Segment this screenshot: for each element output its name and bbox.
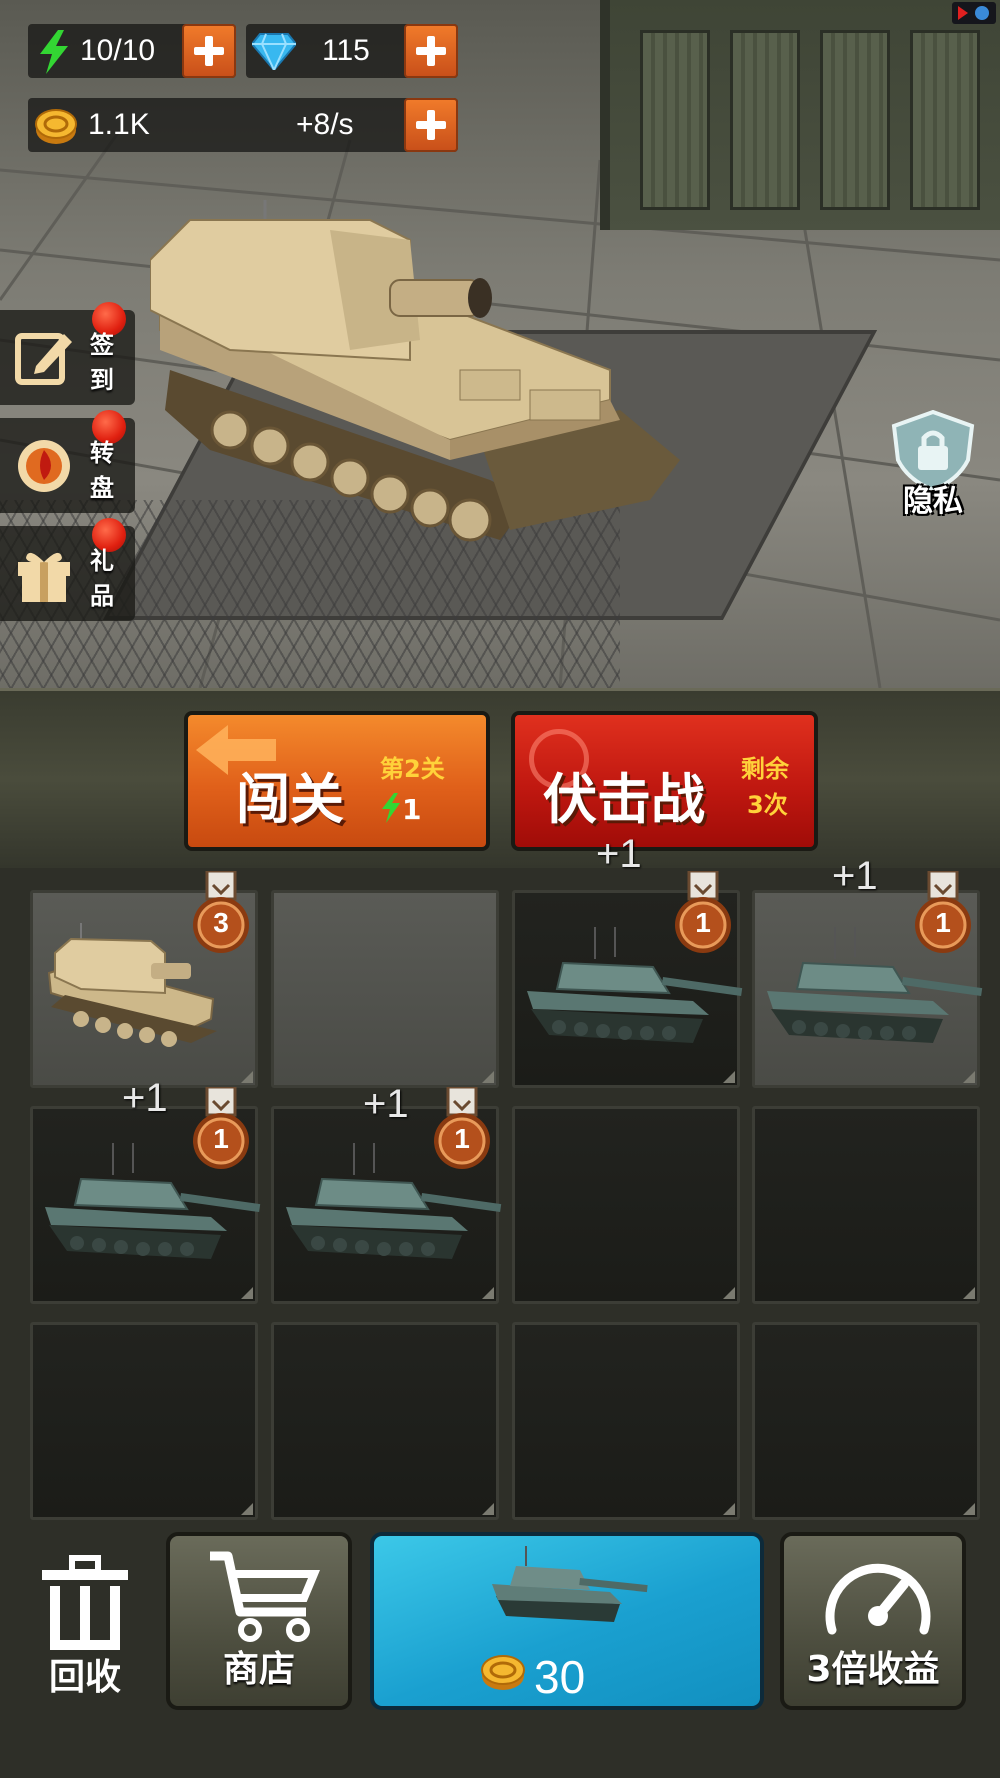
slot-corner <box>723 1503 735 1515</box>
grid-slot-tank[interactable]: 1 <box>271 1085 502 1304</box>
grid-slot-empty[interactable] <box>271 890 499 1088</box>
level-medal: 3 <box>191 869 251 957</box>
slot-corner <box>963 1503 975 1515</box>
triple-income-button[interactable]: 3倍收益 <box>780 1532 966 1710</box>
coin-bar: 1.1K +8/s <box>28 98 458 152</box>
side-menu-label: 礼品 <box>90 547 114 610</box>
tank-level: 1 <box>213 1123 229 1154</box>
grid-slot-tank[interactable]: 3 <box>30 869 258 1088</box>
ambush-remaining-label: 剩余 <box>741 755 789 783</box>
energy-bar: 10/10 <box>28 24 236 78</box>
recycle-label: 回收 <box>48 1657 121 1698</box>
sign-in-icon <box>15 333 72 385</box>
triple-income-label: 3倍收益 <box>806 1649 940 1690</box>
level-medal: 1 <box>913 869 973 957</box>
stage-level: 第2关 <box>380 755 445 783</box>
hangar-door <box>640 30 710 210</box>
ambush-title: 伏击战 <box>543 768 705 831</box>
hangar-door <box>730 30 800 210</box>
energy-value: 10/10 <box>80 34 156 67</box>
shop-label: 商店 <box>222 1649 295 1690</box>
ambush-remaining-count: 3次 <box>747 791 788 819</box>
diamond-value: 115 <box>322 34 370 67</box>
shop-button[interactable]: 商店 <box>166 1532 352 1710</box>
featured-tank-image <box>150 200 680 542</box>
gift-icon <box>18 552 70 602</box>
side-menu-gift[interactable]: 礼品 <box>0 518 135 621</box>
coin-rate: +8/s <box>296 108 354 141</box>
income-popup: +1 <box>832 854 878 898</box>
side-menu-label: 转盘 <box>90 439 114 502</box>
grid-slot-tank[interactable]: 1 <box>512 869 743 1088</box>
grid-slot-empty[interactable] <box>512 1322 740 1520</box>
hangar-door <box>910 30 980 210</box>
buy-tank-button[interactable]: 30 <box>370 1532 764 1710</box>
income-popup: +1 <box>363 1082 409 1126</box>
level-medal: 1 <box>191 1085 251 1173</box>
grid-slot-empty[interactable] <box>30 1322 258 1520</box>
add-energy-button[interactable] <box>182 24 236 78</box>
slot-corner <box>723 1071 735 1083</box>
grid-slot-empty[interactable] <box>752 1106 980 1304</box>
grid-slot-empty[interactable] <box>512 1106 740 1304</box>
tank-level: 1 <box>695 907 711 938</box>
coin-icon <box>35 109 77 144</box>
lightning-icon <box>382 793 400 823</box>
hangar-wall <box>600 0 1000 230</box>
add-coins-button[interactable] <box>404 98 458 152</box>
hangar-door <box>820 30 890 210</box>
coin-value: 1.1K <box>88 108 150 141</box>
coin-icon <box>481 1655 525 1690</box>
tank-level: 3 <box>213 907 229 938</box>
grid-slot-empty[interactable] <box>271 1322 499 1520</box>
slot-corner <box>482 1071 494 1083</box>
slot-corner <box>482 1287 494 1299</box>
trash-icon <box>42 1555 128 1650</box>
slot-corner <box>482 1503 494 1515</box>
grid-slot-empty[interactable] <box>752 1322 980 1520</box>
side-menu-sign-in[interactable]: 签到 <box>0 302 135 405</box>
recycle-button[interactable]: 回收 <box>30 1550 140 1700</box>
slot-corner <box>723 1287 735 1299</box>
speedometer-icon <box>825 1563 931 1635</box>
mode-band: 闯关 第2关 1 伏击战 剩余 3次 <box>0 688 1000 868</box>
side-menu-label: 签到 <box>90 331 114 394</box>
side-menu-wheel[interactable]: 转盘 <box>0 410 135 513</box>
cart-icon <box>210 1551 320 1642</box>
tank-icon <box>492 1546 648 1622</box>
stage-energy-cost: 1 <box>402 793 422 826</box>
slot-corner <box>963 1071 975 1083</box>
grid-slot-tank[interactable]: 1 <box>752 869 983 1088</box>
grid-slot-tank[interactable]: 1 <box>30 1085 261 1304</box>
tank-level: 1 <box>935 907 951 938</box>
income-popup: +1 <box>596 832 642 876</box>
bottom-bar: 回收 商店 30 3倍收益 <box>0 1528 1000 1778</box>
diamond-bar: 115 <box>246 24 458 78</box>
level-medal: 1 <box>673 869 733 957</box>
stage-mode-button[interactable]: 闯关 第2关 1 <box>184 711 490 851</box>
garage-scene: 10/10 115 1.1K +8/s 签到 转盘 礼品 隐私 <box>0 0 1000 688</box>
slot-corner <box>241 1287 253 1299</box>
level-medal: 1 <box>432 1085 492 1173</box>
privacy-button[interactable]: 隐私 <box>888 409 978 520</box>
wheel-icon <box>18 440 70 492</box>
buy-price: 30 <box>534 1651 586 1703</box>
stage-title: 闯关 <box>236 768 344 831</box>
add-diamonds-button[interactable] <box>404 24 458 78</box>
income-popup: +1 <box>122 1076 168 1120</box>
merge-grid: 3 1 +1 1 +1 1 +1 1 +1 <box>0 832 1000 1528</box>
lightning-icon <box>40 30 68 74</box>
privacy-label: 隐私 <box>903 484 963 519</box>
app-badge-icon <box>952 2 996 24</box>
slot-corner <box>241 1071 253 1083</box>
diamond-icon <box>252 33 296 70</box>
tank-level: 1 <box>454 1123 470 1154</box>
slot-corner <box>963 1287 975 1299</box>
slot-corner <box>241 1503 253 1515</box>
ambush-mode-button[interactable]: 伏击战 剩余 3次 <box>511 711 818 851</box>
